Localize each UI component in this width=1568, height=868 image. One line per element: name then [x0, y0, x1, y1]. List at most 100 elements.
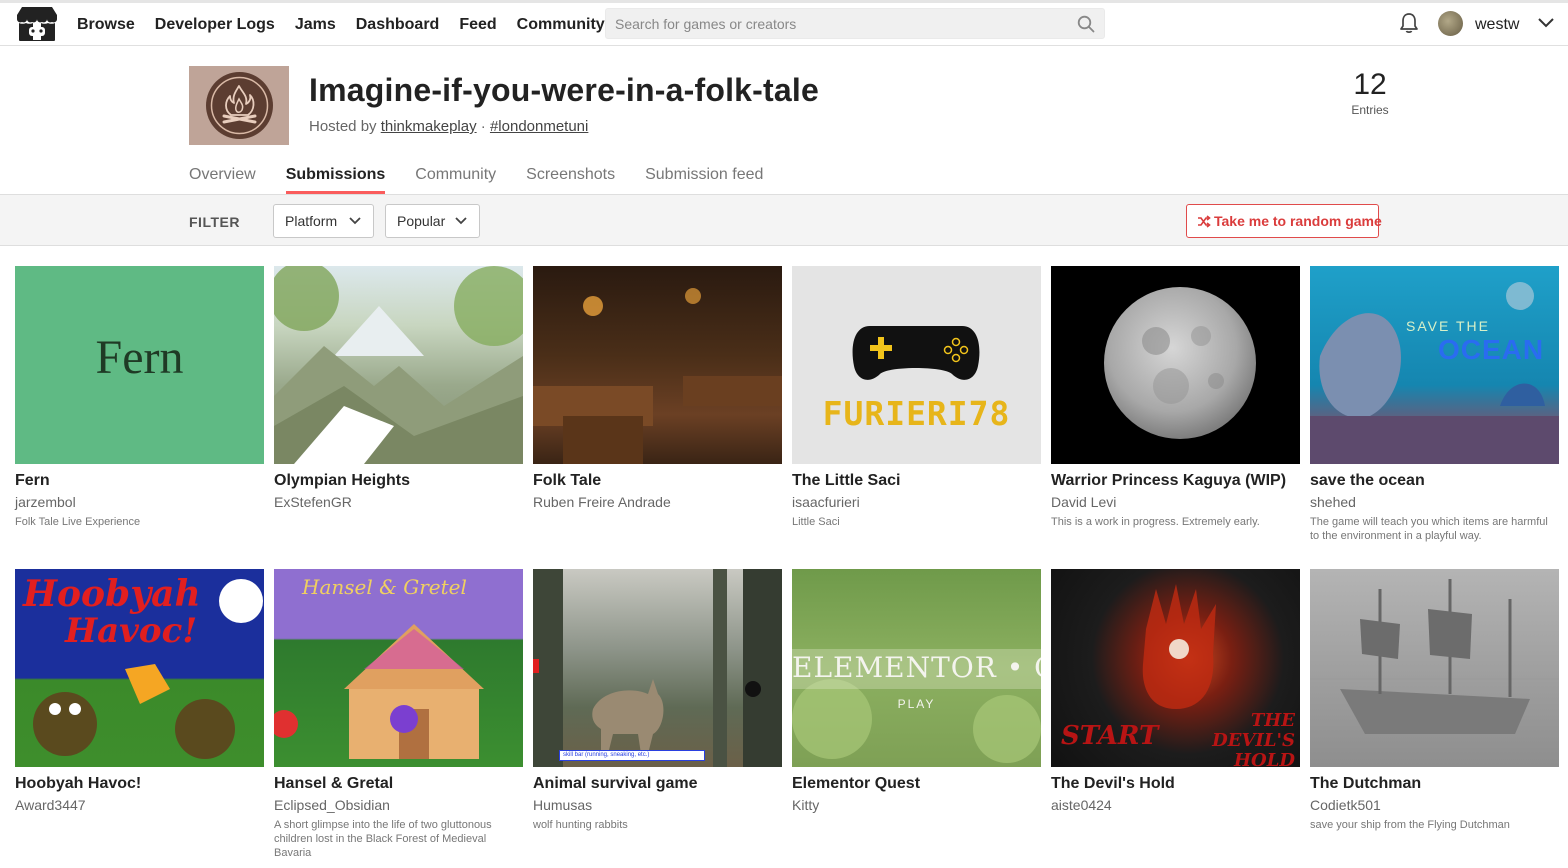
game-card[interactable]: Fern Fern jarzembol Folk Tale Live Exper… — [15, 266, 264, 529]
game-title[interactable]: Elementor Quest — [792, 775, 1041, 793]
username-label[interactable]: westw — [1475, 16, 1519, 34]
game-author[interactable]: ExStefenGR — [274, 494, 523, 510]
game-card[interactable]: The Dutchman Codietk501 save your ship f… — [1310, 569, 1559, 832]
game-author[interactable]: Kitty — [792, 797, 1041, 813]
tab-community[interactable]: Community — [415, 166, 496, 194]
host-link[interactable]: thinkmakeplay — [381, 118, 477, 135]
game-author[interactable]: shehed — [1310, 494, 1559, 510]
game-author[interactable]: David Levi — [1051, 494, 1300, 510]
game-description: wolf hunting rabbits — [533, 819, 628, 831]
game-thumbnail[interactable]: START THE DEVIL'S HOLD — [1051, 569, 1300, 767]
game-description: The game will teach you which items are … — [1310, 516, 1548, 542]
game-title[interactable]: The Devil's Hold — [1051, 775, 1300, 793]
separator-dot: · — [480, 118, 486, 135]
thumbnail-title-text: Hansel & Gretel — [302, 575, 467, 599]
mountain-scene-image — [274, 266, 523, 464]
game-thumbnail[interactable]: Fern — [15, 266, 264, 464]
game-card[interactable]: Warrior Princess Kaguya (WIP) David Levi… — [1051, 266, 1300, 529]
shuffle-icon — [1198, 215, 1211, 228]
game-card[interactable]: SAVE THE OCEAN save the ocean shehed The… — [1310, 266, 1559, 543]
game-title[interactable]: Warrior Princess Kaguya (WIP) — [1051, 472, 1300, 490]
entries-label: Entries — [1351, 103, 1389, 117]
game-description: save your ship from the Flying Dutchman — [1310, 819, 1510, 831]
game-thumbnail[interactable]: skill bar (running, sneaking, etc.) — [533, 569, 782, 767]
game-description: A short glimpse into the life of two glu… — [274, 819, 492, 859]
chevron-down-icon — [349, 217, 361, 225]
game-author[interactable]: Ruben Freire Andrade — [533, 494, 782, 510]
game-thumbnail[interactable] — [274, 266, 523, 464]
sort-dropdown[interactable]: Popular — [385, 204, 480, 238]
game-author[interactable]: aiste0424 — [1051, 797, 1300, 813]
chevron-down-icon[interactable] — [1537, 16, 1555, 35]
tab-submissions[interactable]: Submissions — [285, 166, 386, 194]
game-title[interactable]: save the ocean — [1310, 472, 1559, 490]
nav-developer-logs[interactable]: Developer Logs — [155, 16, 275, 34]
jam-tabs: Overview Submissions Community Screensho… — [189, 166, 793, 194]
game-card[interactable]: Hoobyah Havoc! Hoobyah Havoc! Award3447 — [15, 569, 264, 818]
game-title[interactable]: Olympian Heights — [274, 472, 523, 490]
game-thumbnail[interactable]: Hoobyah Havoc! — [15, 569, 264, 767]
thumbnail-title-text: THE DEVIL'S HOLD — [1212, 710, 1295, 768]
game-card[interactable]: FURIERI78 The Little Saci isaacfurieri L… — [792, 266, 1041, 529]
game-description: Folk Tale Live Experience — [15, 516, 141, 528]
gamepad-icon — [852, 326, 980, 380]
search-input[interactable] — [606, 9, 1066, 38]
start-button-text[interactable]: START — [1061, 721, 1158, 751]
user-avatar[interactable] — [1438, 11, 1463, 36]
game-description: Little Saci — [792, 516, 840, 528]
game-title[interactable]: Folk Tale — [533, 472, 782, 490]
search-box — [605, 8, 1105, 39]
search-icon[interactable] — [1077, 15, 1095, 38]
game-card[interactable]: ELEMENTOR • QUEST PLAY Elementor Quest K… — [792, 569, 1041, 818]
ghost-ship-image — [1310, 579, 1559, 734]
game-thumbnail[interactable]: ELEMENTOR • QUEST PLAY — [792, 569, 1041, 767]
hashtag-link[interactable]: #londonmetuni — [490, 118, 588, 135]
game-title[interactable]: The Little Saci — [792, 472, 1041, 490]
filter-bar: FILTER Platform Popular Take me to rando… — [0, 194, 1568, 246]
nav-feed[interactable]: Feed — [459, 16, 496, 34]
game-title[interactable]: Fern — [15, 472, 264, 490]
thumbnail-text-havoc: Havoc! — [65, 611, 198, 651]
notification-bell-icon[interactable] — [1399, 12, 1419, 39]
itch-logo-icon[interactable] — [16, 6, 58, 42]
game-title[interactable]: Animal survival game — [533, 775, 782, 793]
game-thumbnail[interactable] — [533, 266, 782, 464]
moon-image — [1104, 287, 1256, 439]
thumbnail-title-text: FURIERI78 — [822, 394, 1011, 433]
game-title[interactable]: Hansel & Gretal — [274, 775, 523, 793]
jam-title: Imagine-if-you-were-in-a-folk-tale — [309, 72, 819, 108]
game-title[interactable]: The Dutchman — [1310, 775, 1559, 793]
thumbnail-text-save-the: SAVE THE — [1406, 318, 1490, 334]
game-author[interactable]: Award3447 — [15, 797, 264, 813]
game-author[interactable]: jarzembol — [15, 494, 264, 510]
nav-community[interactable]: Community — [517, 16, 605, 34]
campfire-icon — [206, 72, 273, 139]
game-author[interactable]: Humusas — [533, 797, 782, 813]
game-title[interactable]: Hoobyah Havoc! — [15, 775, 264, 793]
game-author[interactable]: isaacfurieri — [792, 494, 1041, 510]
tab-overview[interactable]: Overview — [189, 166, 256, 194]
tab-submission-feed[interactable]: Submission feed — [645, 166, 763, 194]
nav-browse[interactable]: Browse — [77, 16, 135, 34]
platform-dropdown[interactable]: Platform — [273, 204, 374, 238]
tab-screenshots[interactable]: Screenshots — [526, 166, 615, 194]
top-navigation-bar: Browse Developer Logs Jams Dashboard Fee… — [0, 0, 1568, 46]
nav-dashboard[interactable]: Dashboard — [356, 16, 440, 34]
game-card[interactable]: START THE DEVIL'S HOLD The Devil's Hold … — [1051, 569, 1300, 818]
game-thumbnail[interactable] — [1051, 266, 1300, 464]
game-thumbnail[interactable] — [1310, 569, 1559, 767]
game-thumbnail[interactable]: FURIERI78 — [792, 266, 1041, 464]
game-thumbnail[interactable]: Hansel & Gretel — [274, 569, 523, 767]
game-author[interactable]: Eclipsed_Obsidian — [274, 797, 523, 813]
forest-wolf-image — [533, 569, 782, 767]
game-card[interactable]: skill bar (running, sneaking, etc.) Anim… — [533, 569, 782, 832]
game-card[interactable]: Olympian Heights ExStefenGR — [274, 266, 523, 515]
game-card[interactable]: Folk Tale Ruben Freire Andrade — [533, 266, 782, 515]
nav-jams[interactable]: Jams — [295, 16, 336, 34]
thumbnail-play-text[interactable]: PLAY — [792, 697, 1041, 711]
random-game-button[interactable]: Take me to random game — [1186, 204, 1382, 238]
game-card[interactable]: Hansel & Gretel Hansel & Gretal Eclipsed… — [274, 569, 523, 860]
thumbnail-text-ocean: OCEAN — [1438, 334, 1545, 365]
game-author[interactable]: Codietk501 — [1310, 797, 1559, 813]
game-thumbnail[interactable]: SAVE THE OCEAN — [1310, 266, 1559, 464]
